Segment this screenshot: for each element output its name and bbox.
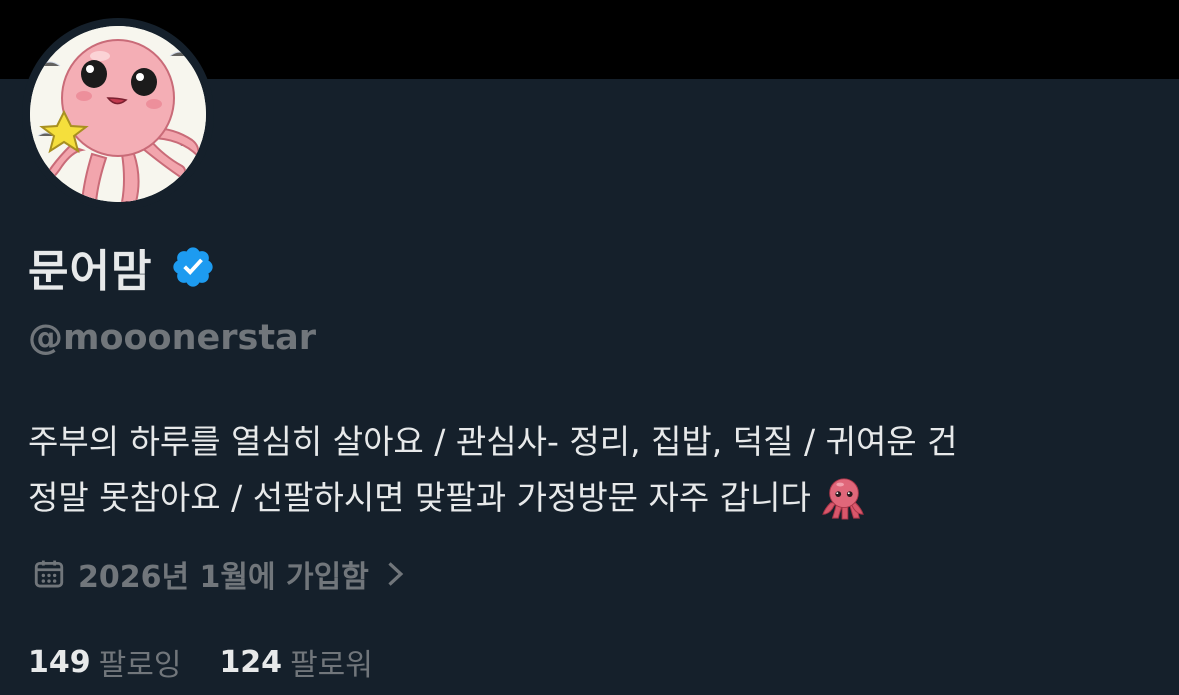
bio-line: 주부의 하루를 열심히 살아요 / 관심사- 정리, 집밥, 덕질 / 귀여운 … [28,422,958,461]
followers-link[interactable]: 124 팔로워 [219,640,372,684]
join-date[interactable]: 2026년 1월에 가입함 [32,552,407,596]
profile-handle: @mooonerstar [28,318,316,358]
profile-bio: 주부의 하루를 열심히 살아요 / 관심사- 정리, 집밥, 덕질 / 귀여운 … [28,414,1158,526]
display-name: 문어맘 [28,246,153,297]
octopus-avatar-drawing [30,26,206,202]
octopus-emoji [822,477,864,520]
chevron-right-icon [388,562,404,586]
verified-badge-icon[interactable] [170,244,216,290]
following-label: 팔로잉 [98,648,182,683]
bio-line-text: 정말 못참아요 / 선팔하시면 맞팔과 가정방문 자주 갑니다 [28,478,811,517]
following-link[interactable]: 149 팔로잉 [28,640,181,684]
bio-line: 정말 못참아요 / 선팔하시면 맞팔과 가정방문 자주 갑니다 [28,470,1158,526]
follow-stats: 149 팔로잉 124 팔로워 [28,640,373,684]
calendar-icon [34,560,64,588]
name-row: 문어맘 [28,232,216,302]
followers-label: 팔로워 [290,648,373,683]
join-date-text: 2026년 1월에 가입함 [78,560,369,595]
following-count: 149 [28,644,91,680]
avatar[interactable] [30,26,206,202]
followers-count: 124 [219,644,283,680]
